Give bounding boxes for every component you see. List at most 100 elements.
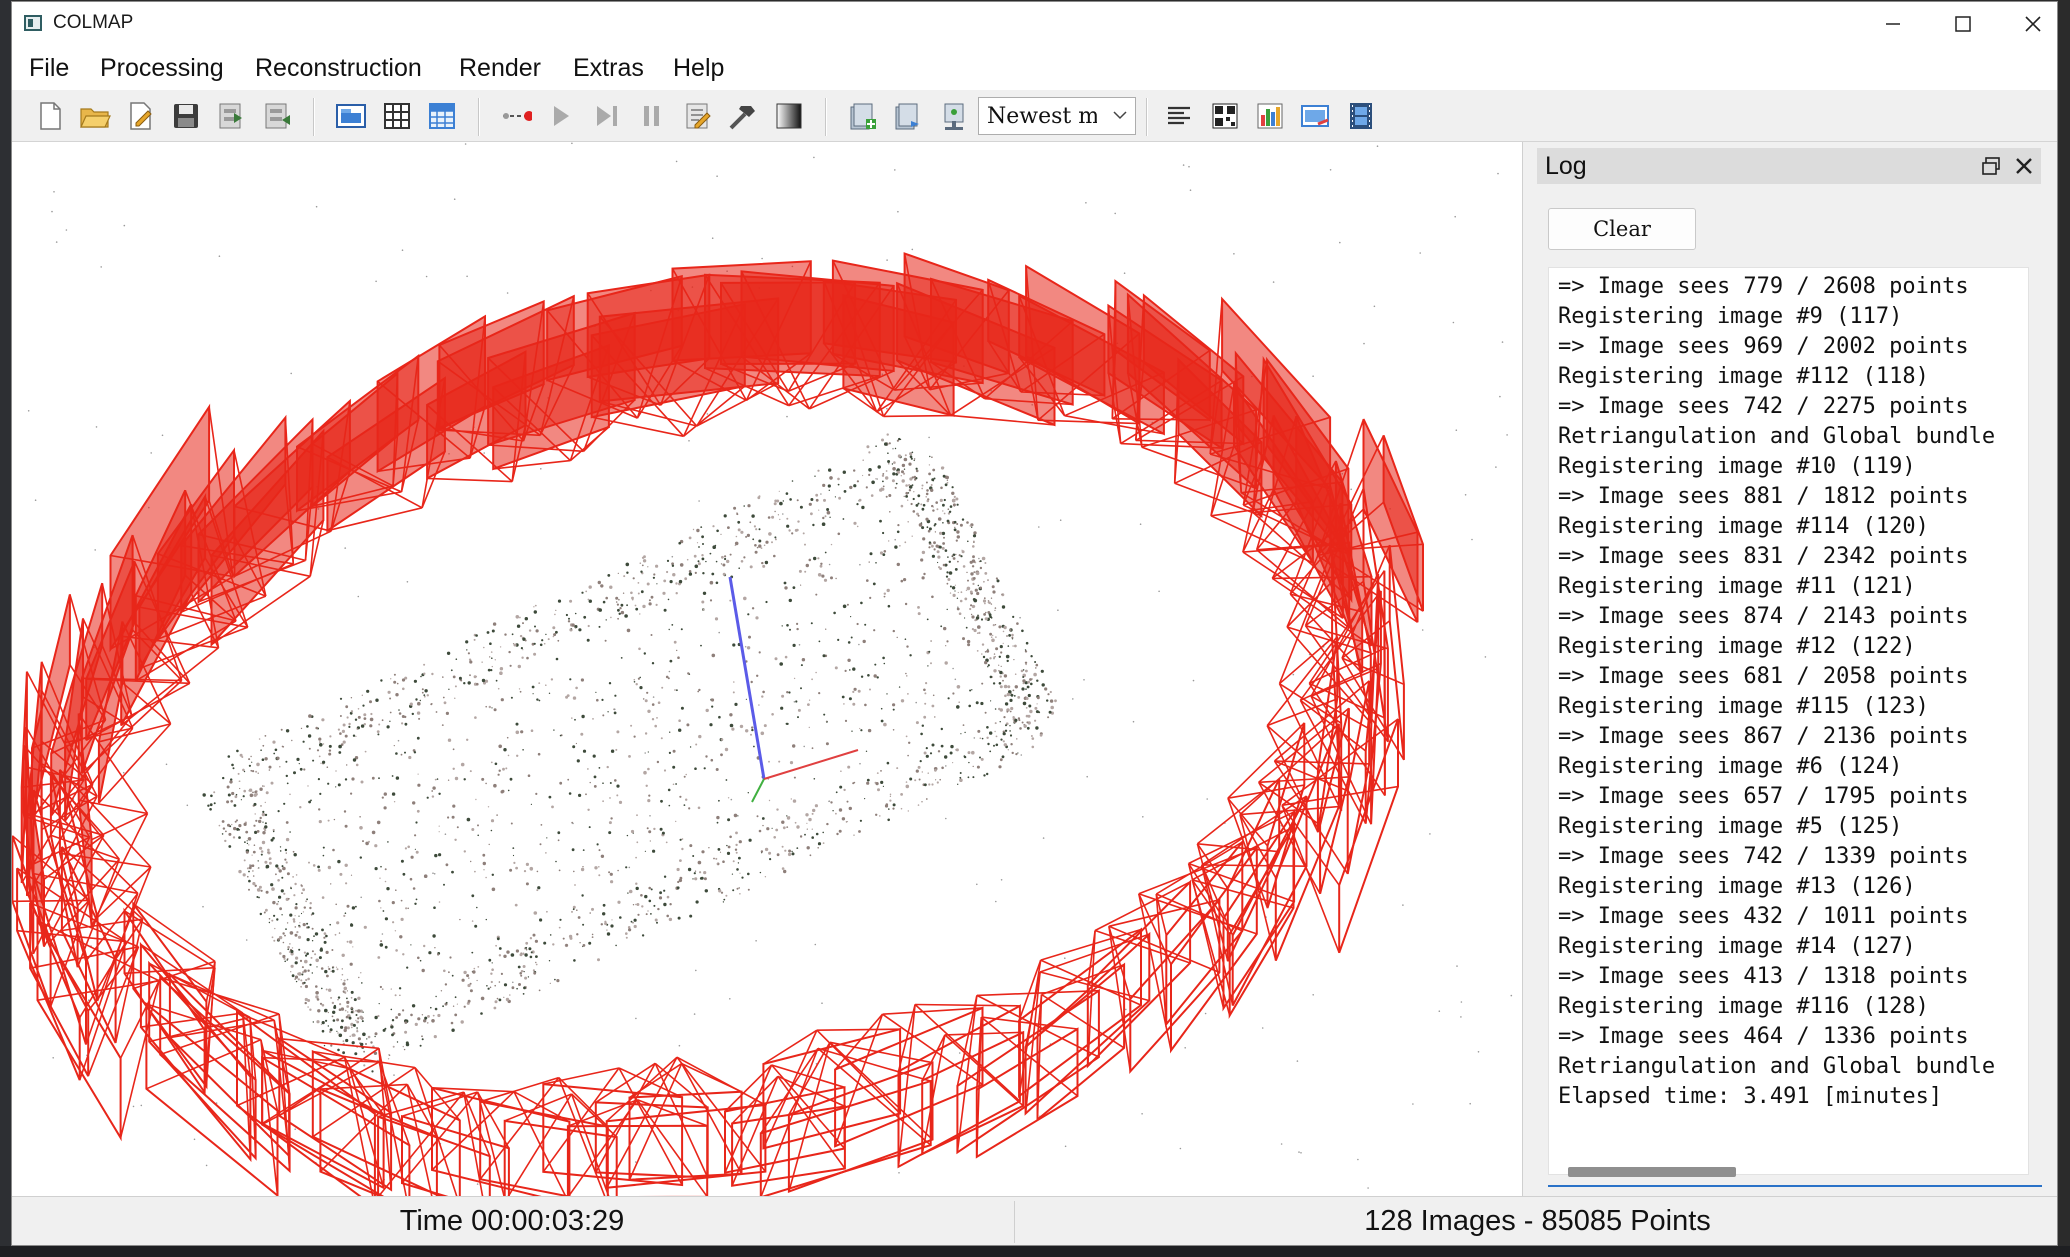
log-line: => Image sees 742 / 2275 points: [1558, 394, 1969, 419]
log-line: Retriangulation and Global bundle: [1558, 424, 1996, 449]
feature-matching-button[interactable]: [381, 100, 413, 132]
maximize-button[interactable]: [1928, 2, 1998, 46]
grab-image-button[interactable]: [1300, 100, 1332, 132]
add-model-icon: [850, 103, 876, 130]
toolbar-separator: [313, 98, 315, 136]
log-line: => Image sees 657 / 1795 points: [1558, 784, 1969, 809]
grab-image-icon: [1301, 105, 1329, 127]
play-icon: [554, 106, 569, 126]
grab-movie-button[interactable]: [1345, 100, 1377, 132]
close-icon: [2025, 16, 2041, 32]
model-stats-icon: [895, 103, 919, 130]
show-log-button[interactable]: [1163, 100, 1195, 132]
colmap-window: COLMAP File Processing Reconstruction Re…: [11, 1, 2058, 1246]
clear-log-button[interactable]: Clear: [1548, 208, 1696, 250]
open-project-button[interactable]: [79, 100, 111, 132]
toolbar-separator: [478, 98, 480, 136]
status-bar: Time 00:00:03:29 128 Images - 85085 Poin…: [12, 1196, 2057, 1245]
background-taskbar: [0, 1246, 2070, 1257]
status-divider: [1014, 1201, 1015, 1243]
log-line: Elapsed time: 3.491 [minutes]: [1558, 1084, 1943, 1109]
import-model-icon: [219, 103, 242, 129]
float-panel-button[interactable]: [1980, 154, 2004, 178]
window-title: COLMAP: [53, 12, 134, 33]
log-line: => Image sees 464 / 1336 points: [1558, 1024, 1969, 1049]
feature-matching-icon: [384, 103, 410, 129]
log-line: Registering image #115 (123): [1558, 694, 1929, 719]
bundle-adjustment-button[interactable]: [727, 100, 759, 132]
resume-reconstruction-button[interactable]: [545, 100, 577, 132]
close-panel-button[interactable]: [2012, 154, 2036, 178]
log-text-area[interactable]: => Image sees 779 / 2608 points Registeri…: [1548, 267, 2029, 1175]
save-project-button[interactable]: [170, 100, 202, 132]
menu-extras[interactable]: Extras: [573, 54, 644, 83]
log-line: Registering image #5 (125): [1558, 814, 1903, 839]
model-info-button[interactable]: [938, 100, 970, 132]
menu-bar: File Processing Reconstruction Render Ex…: [12, 46, 2057, 90]
bar-chart-icon: [1257, 103, 1283, 129]
menu-file[interactable]: File: [29, 54, 69, 83]
maximize-icon: [1955, 16, 1971, 32]
pause-icon: [644, 106, 659, 126]
axis-y: [751, 778, 765, 803]
log-line: => Image sees 742 / 1339 points: [1558, 844, 1969, 869]
axis-z: [728, 576, 766, 780]
model-selector-dropdown[interactable]: Newest model: [978, 97, 1136, 135]
log-line: Registering image #116 (128): [1558, 994, 1929, 1019]
log-line: Registering image #114 (120): [1558, 514, 1929, 539]
menu-processing[interactable]: Processing: [100, 54, 224, 83]
colmap-app-icon: [24, 15, 42, 31]
pause-reconstruction-button[interactable]: [636, 100, 668, 132]
log-horizontal-scrollbar[interactable]: [1568, 1167, 1736, 1177]
export-model-icon: [265, 103, 290, 129]
log-line: => Image sees 874 / 2143 points: [1558, 604, 1969, 629]
reconstruction-viewport[interactable]: [12, 142, 1522, 1196]
dense-reconstruction-icon: [776, 103, 802, 129]
reconstruction-options-icon: [686, 103, 711, 129]
log-line: Registering image #112 (118): [1558, 364, 1929, 389]
toolbar-separator: [1146, 98, 1148, 136]
new-project-button[interactable]: [34, 100, 66, 132]
database-management-button[interactable]: [426, 100, 458, 132]
log-line: => Image sees 867 / 2136 points: [1558, 724, 1969, 749]
reconstruction-options-button[interactable]: [682, 100, 714, 132]
match-matrix-button[interactable]: [1209, 100, 1241, 132]
status-model-counts: 128 Images - 85085 Points: [1364, 1205, 1711, 1237]
log-panel-header: Log: [1537, 148, 2041, 184]
feature-extraction-button[interactable]: [335, 100, 367, 132]
reconstruction-stats-button[interactable]: [1254, 100, 1286, 132]
new-project-icon: [40, 102, 61, 130]
log-line: => Image sees 413 / 1318 points: [1558, 964, 1969, 989]
toolbar: Newest model: [12, 90, 2057, 142]
point-cloud-canvas: [12, 142, 1513, 1196]
log-line: Registering image #14 (127): [1558, 934, 1916, 959]
log-line: Registering image #9 (117): [1558, 304, 1903, 329]
axis-x: [763, 749, 859, 780]
import-model-button[interactable]: [215, 100, 247, 132]
menu-reconstruction[interactable]: Reconstruction: [255, 54, 422, 83]
edit-project-button[interactable]: [125, 100, 157, 132]
add-model-button[interactable]: [847, 100, 879, 132]
log-line: => Image sees 969 / 2002 points: [1558, 334, 1969, 359]
log-lines: => Image sees 779 / 2608 points Registeri…: [1558, 272, 1995, 1112]
minimize-button[interactable]: [1858, 2, 1928, 46]
export-model-button[interactable]: [261, 100, 293, 132]
show-log-icon: [1168, 106, 1190, 125]
log-line: => Image sees 681 / 2058 points: [1558, 664, 1969, 689]
feature-extraction-icon: [336, 104, 366, 128]
model-info-icon: [944, 103, 964, 130]
model-stats-button[interactable]: [892, 100, 924, 132]
float-window-icon: [1982, 157, 2000, 175]
step-forward-icon: [597, 106, 617, 126]
log-focus-underline: [1548, 1185, 2042, 1187]
movie-icon: [1350, 103, 1372, 129]
close-window-button[interactable]: [1998, 2, 2057, 46]
log-line: Registering image #10 (119): [1558, 454, 1916, 479]
start-reconstruction-button[interactable]: [500, 100, 532, 132]
menu-render[interactable]: Render: [459, 54, 541, 83]
dense-reconstruction-button[interactable]: [773, 100, 805, 132]
menu-help[interactable]: Help: [673, 54, 724, 83]
step-reconstruction-button[interactable]: [591, 100, 623, 132]
log-panel: Log Clear => Image sees 779 / 2608 point…: [1522, 142, 2057, 1196]
chevron-down-icon: [1113, 111, 1127, 120]
